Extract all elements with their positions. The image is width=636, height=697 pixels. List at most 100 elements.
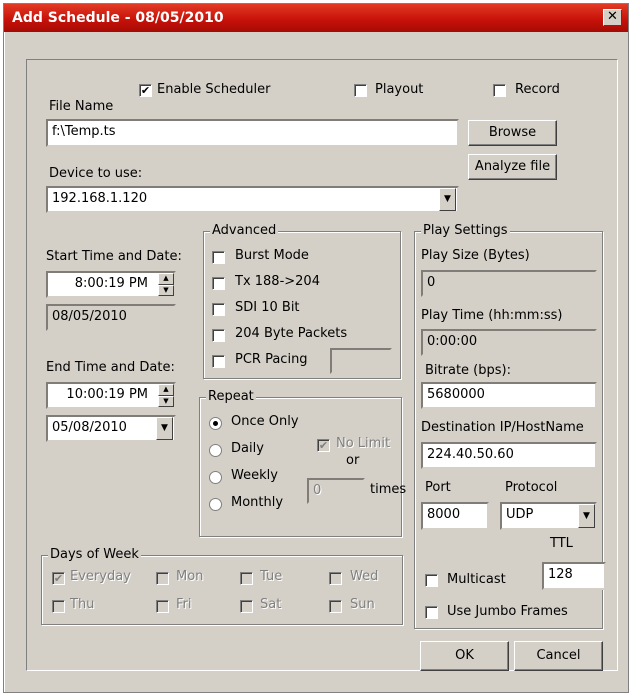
spin-up-icon[interactable]: ▲	[158, 384, 174, 396]
multicast-label: Multicast	[447, 572, 506, 587]
start-time-input[interactable]: 8:00:19 PM	[46, 271, 176, 298]
burst-mode-label: Burst Mode	[235, 248, 309, 263]
no-limit-label: No Limit	[336, 436, 391, 451]
spin-up-icon[interactable]: ▲	[158, 273, 174, 285]
dialog-body: ✔ Enable Scheduler Playout Record File N…	[26, 59, 618, 671]
or-label: or	[346, 453, 360, 468]
pcr-pacing-checkbox[interactable]	[212, 355, 225, 368]
sun-label: Sun	[350, 597, 375, 612]
thu-checkbox	[52, 600, 65, 613]
close-icon: ✕	[607, 9, 618, 24]
204-byte-packets-label: 204 Byte Packets	[235, 326, 348, 341]
start-time-spinner[interactable]: ▲ ▼	[158, 273, 174, 296]
protocol-label: Protocol	[505, 480, 558, 495]
once-only-label: Once Only	[231, 414, 299, 429]
sdi-10bit-checkbox[interactable]	[212, 303, 225, 316]
ttl-label: TTL	[550, 536, 573, 551]
pcr-pacing-input	[330, 348, 392, 374]
file-name-input[interactable]: f:\Temp.ts	[46, 119, 459, 147]
spin-down-icon[interactable]: ▼	[158, 284, 174, 296]
daily-label: Daily	[231, 441, 264, 456]
tue-checkbox	[240, 572, 253, 585]
title-bar[interactable]: Add Schedule - 08/05/2010 ✕	[4, 4, 628, 32]
jumbo-frames-checkbox[interactable]	[425, 606, 438, 619]
times-label: times	[370, 482, 407, 497]
wed-label: Wed	[350, 569, 379, 584]
advanced-group: Advanced Burst Mode Tx 188->204 SDI 10 B…	[203, 223, 401, 379]
advanced-group-title: Advanced	[210, 223, 279, 238]
fri-label: Fri	[176, 597, 192, 612]
cancel-button[interactable]: Cancel	[514, 641, 603, 671]
ok-button[interactable]: OK	[420, 641, 509, 671]
destination-input[interactable]: 224.40.50.60	[421, 442, 597, 469]
bitrate-input[interactable]: 5680000	[421, 382, 597, 409]
play-settings-title: Play Settings	[421, 223, 510, 238]
analyze-file-button[interactable]: Analyze file	[468, 154, 557, 180]
close-button[interactable]: ✕	[603, 9, 622, 26]
enable-scheduler-checkbox[interactable]: ✔	[139, 84, 152, 97]
weekly-label: Weekly	[231, 468, 278, 483]
port-label: Port	[425, 480, 451, 495]
enable-scheduler-label: Enable Scheduler	[157, 82, 271, 97]
playout-checkbox[interactable]	[354, 84, 367, 97]
everyday-checkbox: ✔	[52, 572, 65, 585]
start-date-field: 08/05/2010	[46, 304, 176, 331]
device-value: 192.168.1.120	[52, 191, 148, 206]
fri-checkbox	[156, 600, 169, 613]
destination-label: Destination IP/HostName	[421, 420, 584, 435]
thu-label: Thu	[70, 597, 95, 612]
jumbo-frames-label: Use Jumbo Frames	[447, 604, 568, 619]
multicast-checkbox[interactable]	[425, 574, 438, 587]
tx188-204-label: Tx 188->204	[235, 274, 320, 289]
file-name-label: File Name	[49, 99, 114, 114]
end-time-input[interactable]: 10:00:19 PM	[46, 382, 176, 409]
once-only-radio[interactable]	[209, 417, 222, 430]
end-time-label: End Time and Date:	[46, 360, 175, 375]
playout-label: Playout	[375, 82, 424, 97]
dialog-window: Add Schedule - 08/05/2010 ✕ ✔ Enable Sch…	[3, 3, 629, 693]
times-input: 0	[307, 478, 365, 504]
monthly-label: Monthly	[231, 495, 284, 510]
record-checkbox[interactable]	[493, 84, 506, 97]
device-label: Device to use:	[49, 166, 143, 181]
burst-mode-checkbox[interactable]	[212, 251, 225, 264]
tue-label: Tue	[260, 569, 283, 584]
tx188-204-checkbox[interactable]	[212, 277, 225, 290]
sun-checkbox	[329, 600, 342, 613]
end-date-dropdown-arrow-icon[interactable]: ▼	[156, 417, 173, 440]
play-time-label: Play Time (hh:mm:ss)	[421, 308, 563, 323]
days-of-week-group: Days of Week ✔ Everyday Mon Tue Wed Thu …	[41, 547, 403, 625]
play-size-label: Play Size (Bytes)	[421, 248, 530, 263]
play-settings-group: Play Settings Play Size (Bytes) 0 Play T…	[414, 223, 606, 629]
bitrate-label: Bitrate (bps):	[425, 363, 511, 378]
play-size-field: 0	[421, 270, 597, 297]
protocol-value: UDP	[506, 507, 534, 522]
repeat-group-title: Repeat	[206, 389, 256, 404]
play-time-field: 0:00:00	[421, 329, 597, 356]
days-of-week-title: Days of Week	[48, 547, 141, 562]
browse-button[interactable]: Browse	[468, 120, 557, 146]
sat-label: Sat	[260, 597, 282, 612]
device-dropdown-arrow-icon[interactable]: ▼	[439, 188, 456, 211]
everyday-label: Everyday	[70, 569, 131, 584]
wed-checkbox	[329, 572, 342, 585]
protocol-dropdown-arrow-icon[interactable]: ▼	[578, 504, 595, 528]
weekly-radio[interactable]	[209, 471, 222, 484]
monthly-radio[interactable]	[209, 498, 222, 511]
end-date-value: 05/08/2010	[52, 420, 127, 435]
window-title: Add Schedule - 08/05/2010	[12, 10, 224, 26]
record-label: Record	[515, 82, 560, 97]
spin-down-icon[interactable]: ▼	[158, 395, 174, 407]
daily-radio[interactable]	[209, 444, 222, 457]
sat-checkbox	[240, 600, 253, 613]
sdi-10bit-label: SDI 10 Bit	[235, 300, 300, 315]
pcr-pacing-label: PCR Pacing	[235, 352, 308, 367]
device-select[interactable]: 192.168.1.120	[46, 186, 459, 213]
no-limit-checkbox[interactable]: ✔	[317, 439, 330, 452]
start-time-label: Start Time and Date:	[46, 249, 182, 264]
repeat-group: Repeat Once Only Daily Weekly Monthly ✔ …	[199, 389, 406, 537]
ttl-input[interactable]: 128	[542, 562, 606, 590]
end-time-spinner[interactable]: ▲ ▼	[158, 384, 174, 407]
204-byte-packets-checkbox[interactable]	[212, 329, 225, 342]
port-input[interactable]: 8000	[421, 502, 489, 530]
